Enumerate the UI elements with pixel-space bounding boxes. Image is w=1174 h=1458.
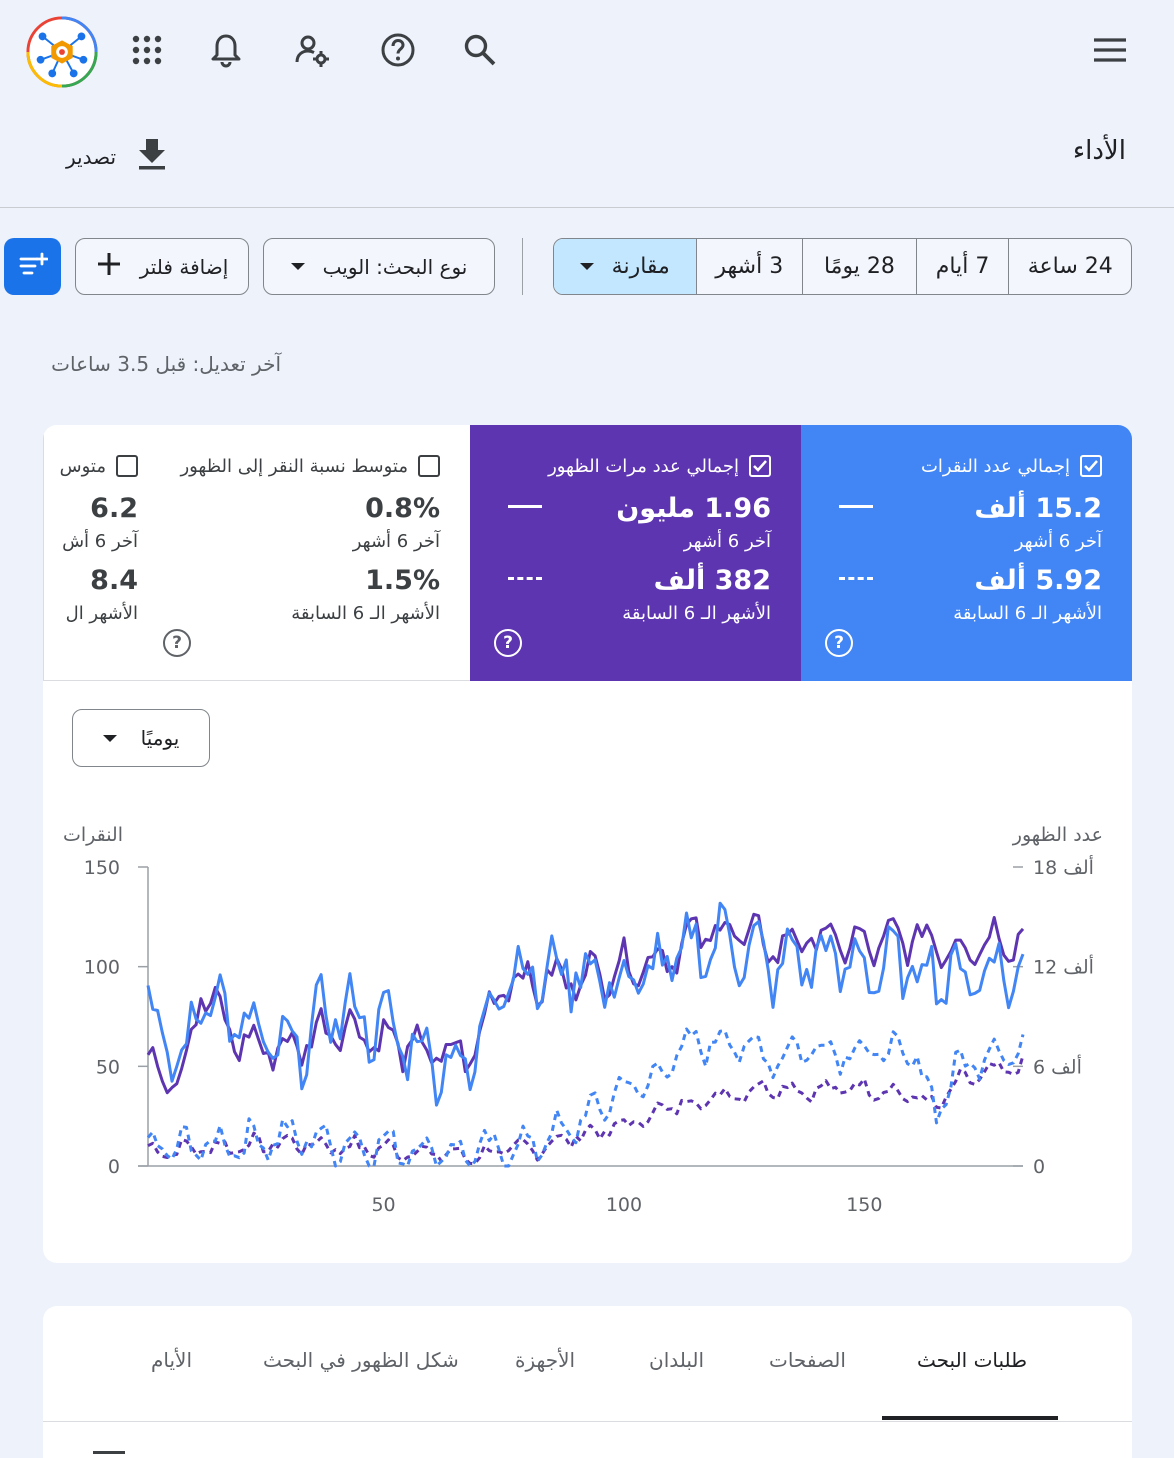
y-axis-label-right: عدد الظهور bbox=[1012, 824, 1103, 846]
filter-list-icon bbox=[18, 250, 48, 284]
table-header-indicator bbox=[93, 1451, 125, 1454]
y-tick-right: 12 ألف bbox=[1033, 955, 1094, 979]
compare-label: مقارنة bbox=[611, 254, 670, 279]
y-tick-left: 0 bbox=[108, 1156, 120, 1178]
help-icon[interactable] bbox=[370, 22, 426, 78]
dimension-tabs-panel: طلبات البحث الصفحات البلدان الأجهزة شكل … bbox=[43, 1306, 1132, 1458]
series-impressions-current bbox=[146, 912, 1025, 1095]
date-option-28d[interactable]: 28 يومًا bbox=[802, 239, 916, 294]
dropdown-arrow-icon bbox=[579, 263, 594, 270]
download-icon bbox=[134, 136, 170, 177]
active-tab-indicator bbox=[882, 1416, 1058, 1420]
add-filter-label: إضافة فلتر bbox=[139, 254, 229, 279]
tab-dates[interactable]: الأيام bbox=[151, 1348, 192, 1372]
export-button[interactable]: تصدير bbox=[66, 136, 170, 177]
plus-icon bbox=[96, 251, 122, 282]
menu-icon[interactable] bbox=[1082, 22, 1138, 78]
last-update-text: آخر تعديل: قبل 3.5 ساعات bbox=[51, 352, 281, 376]
compare-button[interactable]: مقارنة bbox=[554, 239, 696, 294]
performance-panel: إجمالي عدد النقرات 15.2 ألف آخر 6 أشهر 5… bbox=[43, 425, 1132, 1263]
tab-pages[interactable]: الصفحات bbox=[769, 1348, 846, 1372]
y-tick-right: 0 bbox=[1033, 1156, 1045, 1178]
tab-search-appearance[interactable]: شكل الظهور في البحث bbox=[263, 1348, 459, 1372]
y-tick-left: 50 bbox=[96, 1056, 120, 1078]
series-impressions-previous bbox=[147, 1054, 1025, 1165]
divider bbox=[522, 238, 523, 295]
date-option-7d[interactable]: 7 أيام bbox=[915, 239, 1009, 294]
divider bbox=[43, 1421, 1132, 1422]
search-icon[interactable] bbox=[452, 22, 508, 78]
tab-devices[interactable]: الأجهزة bbox=[515, 1348, 575, 1372]
dropdown-arrow-icon bbox=[290, 263, 305, 270]
series-clicks-current bbox=[146, 901, 1025, 1107]
y-axis-label-left: النقرات bbox=[63, 824, 123, 846]
y-tick-left: 150 bbox=[84, 857, 120, 879]
filter-settings-button[interactable] bbox=[4, 238, 61, 295]
search-type-label: نوع البحث: الويب bbox=[322, 254, 468, 279]
y-tick-left: 100 bbox=[84, 957, 120, 979]
manage-users-icon[interactable] bbox=[284, 22, 340, 78]
y-tick-right: 18 ألف bbox=[1033, 855, 1094, 879]
tab-queries[interactable]: طلبات البحث bbox=[917, 1348, 1027, 1372]
app-header bbox=[0, 0, 1174, 208]
add-filter-button[interactable]: إضافة فلتر bbox=[75, 238, 249, 295]
app-logo-icon[interactable] bbox=[24, 14, 100, 90]
y-tick-right: 6 ألف bbox=[1033, 1054, 1082, 1078]
search-type-dropdown[interactable]: نوع البحث: الويب bbox=[263, 238, 495, 295]
bell-icon[interactable] bbox=[198, 22, 254, 78]
x-tick-label: 50 bbox=[371, 1194, 395, 1216]
x-tick-label: 100 bbox=[606, 1194, 642, 1216]
x-tick-label: 150 bbox=[846, 1194, 882, 1216]
apps-grid-icon[interactable] bbox=[119, 22, 175, 78]
performance-chart: النقرات عدد الظهور 150 100 50 0 18 ألف 12 ألف 6 … bbox=[63, 824, 1103, 1216]
date-option-24h[interactable]: 24 ساعة bbox=[1008, 239, 1131, 294]
export-label: تصدير bbox=[66, 144, 117, 169]
date-range-selector: 24 ساعة 7 أيام 28 يومًا 3 أشهر مقارنة bbox=[553, 238, 1132, 295]
page-title: الأداء bbox=[1072, 136, 1126, 166]
tab-countries[interactable]: البلدان bbox=[649, 1348, 704, 1372]
date-option-3m[interactable]: 3 أشهر bbox=[695, 239, 803, 294]
